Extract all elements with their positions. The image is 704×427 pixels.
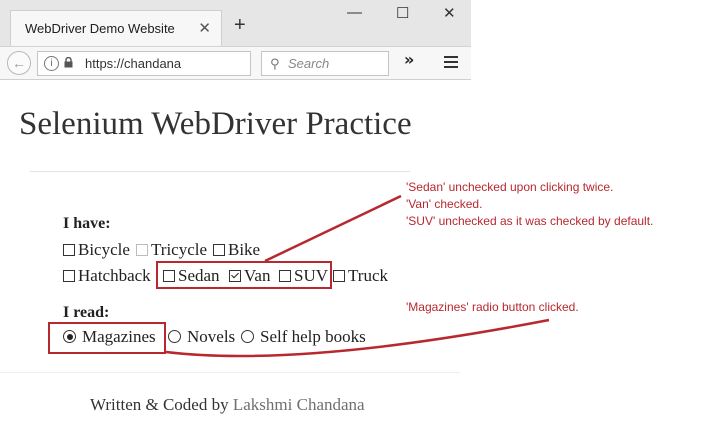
note-line: 'Sedan' unchecked upon clicking twice. (406, 180, 614, 194)
checkbox-annotation: 'Sedan' unchecked upon clicking twice. '… (406, 179, 653, 230)
note-line: 'Van' checked. (406, 197, 483, 211)
radio-callout-line (165, 318, 550, 358)
radio-annotation: 'Magazines' radio button clicked. (406, 300, 579, 314)
note-line: 'SUV' unchecked as it was checked by def… (406, 214, 654, 228)
checkbox-callout-line (264, 194, 402, 263)
